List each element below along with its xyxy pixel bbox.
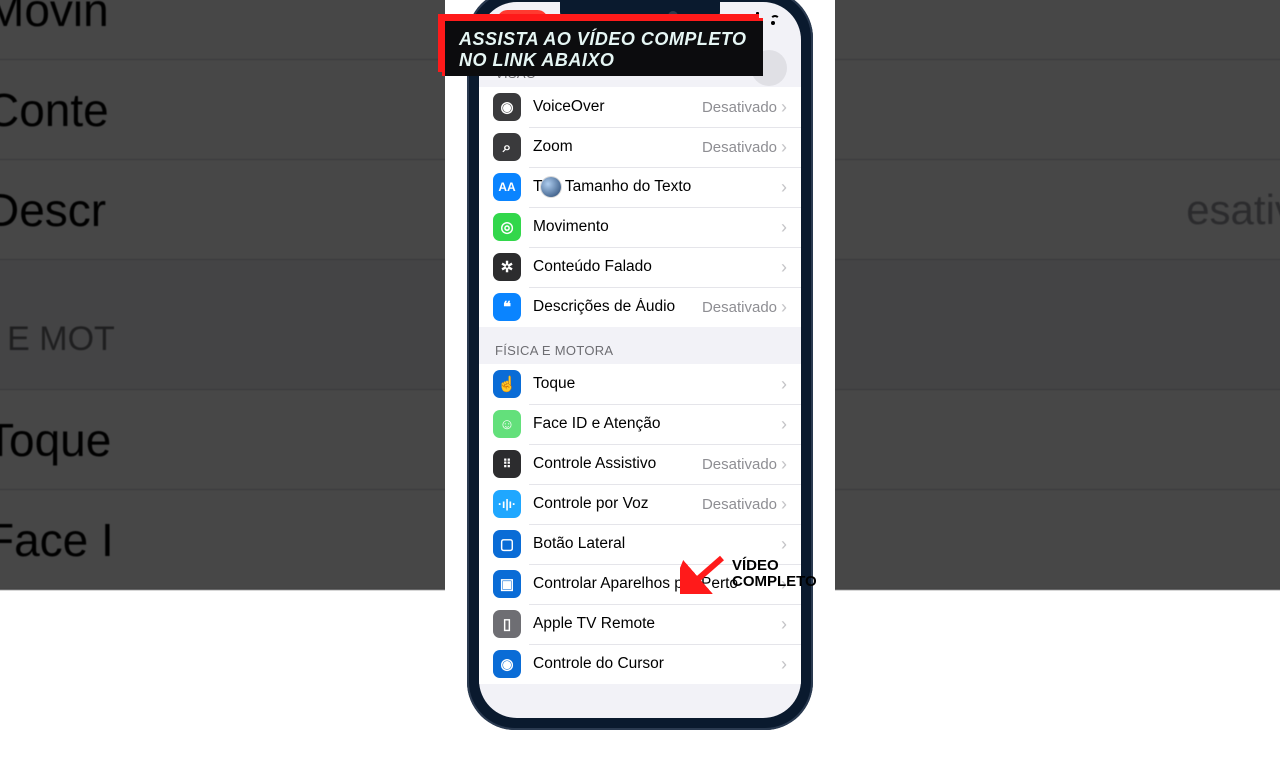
row-cursor-control[interactable]: ◉ Controle do Cursor › <box>479 644 801 684</box>
top-banner-badge: Assista ao vídeo completo no link abaixo <box>442 18 763 76</box>
appletv-icon: ▯ <box>493 610 521 638</box>
chevron-right-icon: › <box>781 414 787 435</box>
row-zoom[interactable]: ⌕ Zoom Desativado › <box>479 127 801 167</box>
callout-line1: VÍDEO <box>732 558 817 575</box>
row-label: Face ID e Atenção <box>533 415 781 433</box>
center-strip: 13:17 VISÃO ◉ VoiceOver Desativado › <box>445 0 835 720</box>
text-size-icon: AA <box>493 173 521 201</box>
top-banner-line2: no link abaixo <box>459 50 747 71</box>
motion-icon: ◎ <box>493 213 521 241</box>
row-label: Controle Assistivo <box>533 455 702 473</box>
row-label: Movimento <box>533 218 781 236</box>
row-status: Desativado <box>702 496 777 513</box>
chevron-right-icon: › <box>781 97 787 118</box>
faceid-icon: ☺ <box>493 410 521 438</box>
bg-row: › <box>810 390 1280 490</box>
bg-row: ☝Toque <box>0 390 470 490</box>
bg-row: › <box>810 490 1280 590</box>
bg-row: ◎Movin <box>0 0 470 60</box>
section-header-motora: FÍSICA E MOTORA <box>479 327 801 364</box>
row-status: Desativado <box>702 99 777 116</box>
cursor-icon: ◉ <box>493 650 521 678</box>
chevron-right-icon: › <box>781 257 787 278</box>
chevron-right-icon: › <box>781 217 787 238</box>
row-status: Desativado <box>702 139 777 156</box>
chevron-right-icon: › <box>781 177 787 198</box>
callout-text: VÍDEO COMPLETO <box>732 558 817 591</box>
row-faceid[interactable]: ☺ Face ID e Atenção › <box>479 404 801 444</box>
row-status: Desativado <box>702 299 777 316</box>
side-button-icon: ▢ <box>493 530 521 558</box>
row-touch[interactable]: ☝ Toque › <box>479 364 801 404</box>
row-voice-control[interactable]: ·ı|ı· Controle por Voz Desativado › <box>479 484 801 524</box>
row-label: Botão Lateral <box>533 535 781 553</box>
chevron-right-icon: › <box>781 297 787 318</box>
list-visao: ◉ VoiceOver Desativado › ⌕ Zoom Desativa… <box>479 87 801 327</box>
voiceover-icon: ◉ <box>493 93 521 121</box>
row-assistive[interactable]: ⠿ Controle Assistivo Desativado › <box>479 444 801 484</box>
top-banner-line1: Assista ao vídeo completo <box>459 29 747 50</box>
row-audiodesc[interactable]: ❝ Descrições de Áudio Desativado › <box>479 287 801 327</box>
chevron-right-icon: › <box>781 654 787 675</box>
list-motora: ☝ Toque › ☺ Face ID e Atenção › ⠿ Contro… <box>479 364 801 684</box>
voice-icon: ·ı|ı· <box>493 490 521 518</box>
phone-screen: 13:17 VISÃO ◉ VoiceOver Desativado › <box>479 2 801 718</box>
row-label: Conteúdo Falado <box>533 258 781 276</box>
settings-content: VISÃO ◉ VoiceOver Desativado › ⌕ Zoom De… <box>479 50 801 718</box>
audiodesc-icon: ❝ <box>493 293 521 321</box>
row-label: Controle por Voz <box>533 495 702 513</box>
bg-row: FÍSICA E MOT <box>0 260 470 390</box>
row-status: Desativado <box>702 456 777 473</box>
chevron-right-icon: › <box>781 374 787 395</box>
row-label: Descrições de Áudio <box>533 298 702 316</box>
row-speech[interactable]: ✲ Conteúdo Falado › <box>479 247 801 287</box>
chevron-right-icon: › <box>781 454 787 475</box>
cursor-dot <box>541 177 561 197</box>
nearby-icon: ▣ <box>493 570 521 598</box>
row-label: VoiceOver <box>533 98 702 116</box>
row-appletv-remote[interactable]: ▯ Apple TV Remote › <box>479 604 801 644</box>
row-label: Apple TV Remote <box>533 615 781 633</box>
bg-row: ❝Descr <box>0 160 470 260</box>
arrow-icon <box>680 554 726 594</box>
row-label-post: Tamanho do Texto <box>565 178 691 195</box>
assistive-icon: ⠿ <box>493 450 521 478</box>
row-voiceover[interactable]: ◉ VoiceOver Desativado › <box>479 87 801 127</box>
row-motion[interactable]: ◎ Movimento › <box>479 207 801 247</box>
row-label: Controle do Cursor <box>533 655 781 673</box>
chevron-right-icon: › <box>781 137 787 158</box>
row-label: Zoom <box>533 138 702 156</box>
zoom-icon: ⌕ <box>493 133 521 161</box>
row-text-size[interactable]: AA TexxTamanho do Texto › <box>479 167 801 207</box>
speech-icon: ✲ <box>493 253 521 281</box>
phone-frame: 13:17 VISÃO ◉ VoiceOver Desativado › <box>467 0 813 730</box>
chevron-right-icon: › <box>781 614 787 635</box>
bg-row: ☺Face I <box>0 490 470 590</box>
touch-icon: ☝ <box>493 370 521 398</box>
bg-row: › <box>810 0 1280 60</box>
bg-row: › <box>810 60 1280 160</box>
chevron-right-icon: › <box>781 494 787 515</box>
arrow-callout: VÍDEO COMPLETO <box>680 554 817 594</box>
chevron-right-icon: › <box>781 534 787 555</box>
callout-line2: COMPLETO <box>732 574 817 591</box>
row-label: Toque <box>533 375 781 393</box>
bg-row <box>810 260 1280 390</box>
bg-row: ✲Conte <box>0 60 470 160</box>
bg-row: esativado› <box>810 160 1280 260</box>
row-label: TexxTamanho do Texto <box>533 178 781 196</box>
wifi-icon <box>765 12 781 25</box>
